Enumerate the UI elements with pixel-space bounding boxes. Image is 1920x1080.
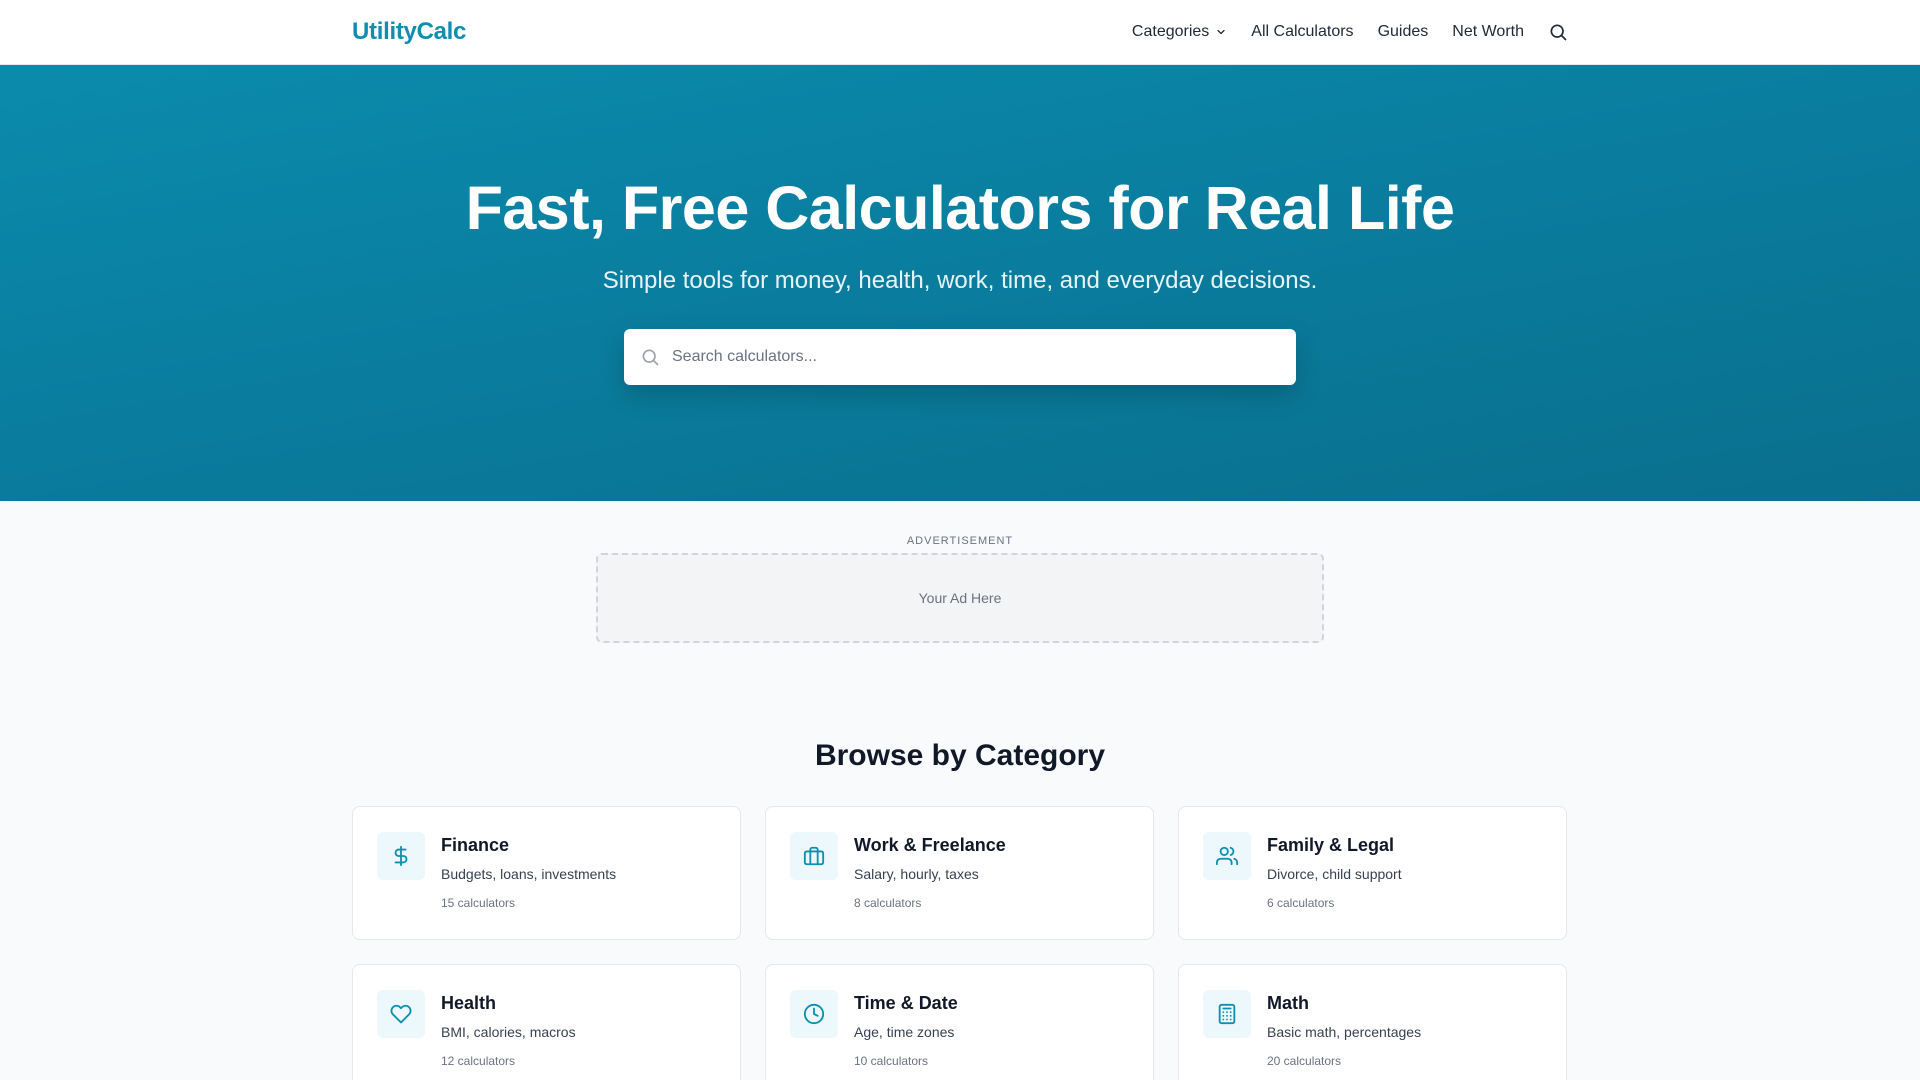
hero-section: Fast, Free Calculators for Real Life Sim… [0, 65, 1920, 501]
category-grid: Finance Budgets, loans, investments 15 c… [352, 806, 1568, 1080]
category-card-work-freelance[interactable]: Work & Freelance Salary, hourly, taxes 8… [765, 806, 1154, 940]
category-title: Work & Freelance [854, 835, 1006, 855]
category-count: 6 calculators [1267, 896, 1335, 910]
category-card-finance[interactable]: Finance Budgets, loans, investments 15 c… [352, 806, 741, 940]
search-icon[interactable] [1548, 22, 1568, 42]
category-desc: Budgets, loans, investments [441, 866, 617, 882]
users-icon [1203, 832, 1251, 880]
category-title: Family & Legal [1267, 835, 1395, 855]
calculator-icon [1203, 990, 1251, 1038]
ad-label: ADVERTISEMENT [906, 535, 1014, 547]
chevron-down-icon [1215, 26, 1227, 38]
nav-categories-label: Categories [1131, 23, 1210, 40]
main-nav: Categories All Calculators Guides Net Wo… [1132, 22, 1568, 42]
site-logo[interactable]: UtilityCalc [352, 18, 466, 46]
category-desc: Basic math, percentages [1267, 1024, 1422, 1040]
heart-icon [377, 990, 425, 1038]
category-desc: BMI, calories, macros [441, 1024, 576, 1040]
category-card-health[interactable]: Health BMI, calories, macros 12 calculat… [352, 964, 741, 1080]
hero-subtitle: Simple tools for money, health, work, ti… [602, 267, 1318, 294]
header-inner: UtilityCalc Categories All Calculators G… [352, 0, 1568, 64]
hero-search-box[interactable] [624, 329, 1296, 385]
category-desc: Divorce, child support [1267, 866, 1402, 882]
category-count: 15 calculators [441, 896, 516, 910]
nav-guides[interactable]: Guides [1378, 23, 1429, 41]
category-title: Finance [441, 835, 510, 855]
category-count: 12 calculators [441, 1054, 516, 1068]
search-input[interactable] [672, 348, 1252, 366]
category-card-family-legal[interactable]: Family & Legal Divorce, child support 6 … [1178, 806, 1567, 940]
section-title: Browse by Category [814, 739, 1106, 772]
category-title: Math [1267, 993, 1309, 1013]
dollar-icon [377, 832, 425, 880]
category-desc: Age, time zones [854, 1024, 955, 1040]
nav-all-calculators[interactable]: All Calculators [1251, 23, 1353, 41]
search-icon [640, 347, 660, 367]
clock-icon [790, 990, 838, 1038]
category-card-time-date[interactable]: Time & Date Age, time zones 10 calculato… [765, 964, 1154, 1080]
ad-section: ADVERTISEMENT Your Ad Here [0, 501, 1920, 643]
category-title: Time & Date [854, 993, 958, 1013]
nav-categories[interactable]: Categories [1132, 23, 1227, 41]
category-title: Health [441, 993, 497, 1013]
nav-net-worth[interactable]: Net Worth [1452, 23, 1524, 41]
category-card-math[interactable]: Math Basic math, percentages 20 calculat… [1178, 964, 1567, 1080]
category-count: 8 calculators [854, 896, 922, 910]
ad-placeholder[interactable]: Your Ad Here [596, 553, 1324, 643]
category-desc: Salary, hourly, taxes [854, 866, 979, 882]
category-count: 20 calculators [1267, 1054, 1342, 1068]
category-count: 10 calculators [854, 1054, 929, 1068]
categories-section: Browse by Category Finance Budgets, loan… [0, 739, 1920, 1080]
hero-title: Fast, Free Calculators for Real Life [465, 174, 1455, 242]
site-header: UtilityCalc Categories All Calculators G… [0, 0, 1920, 65]
briefcase-icon [790, 832, 838, 880]
